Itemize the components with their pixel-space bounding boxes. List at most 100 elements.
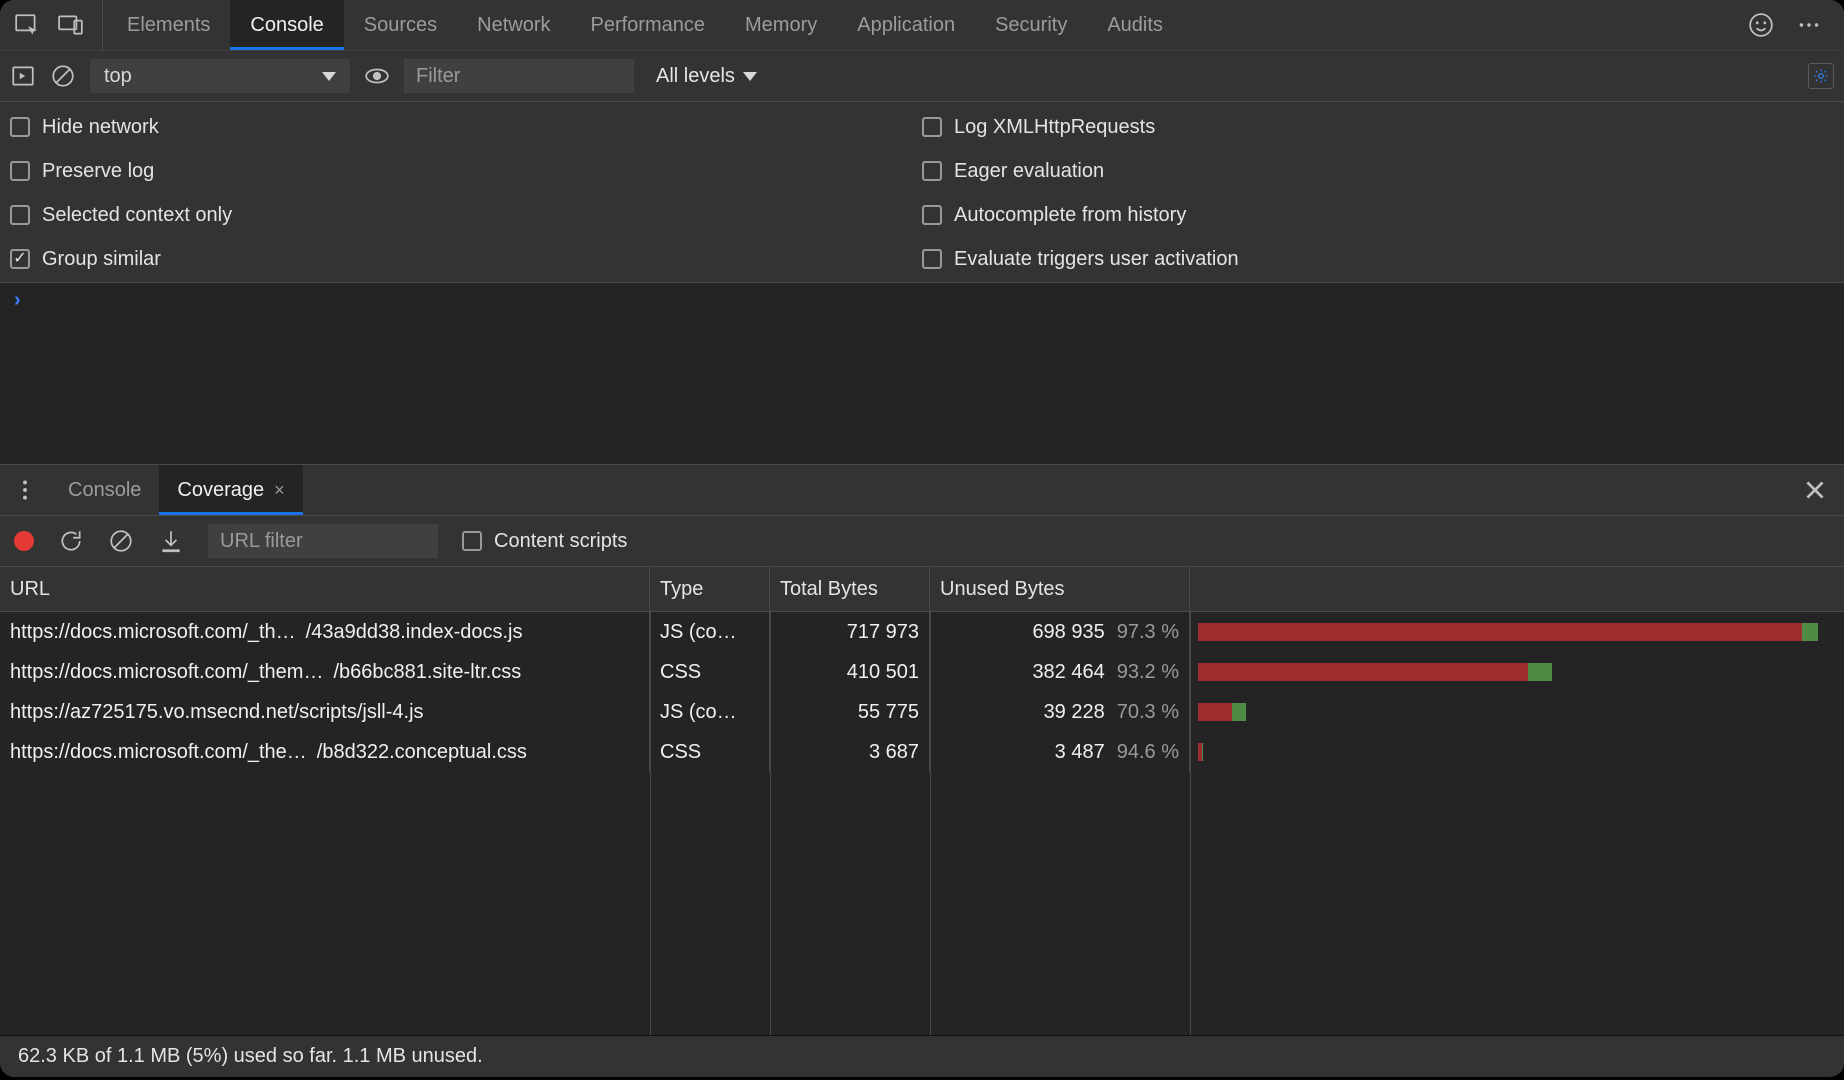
chevron-down-icon xyxy=(743,72,757,81)
drawer-tab-strip: Console Coverage × xyxy=(0,465,1844,516)
console-prompt-area[interactable]: › xyxy=(0,283,1844,465)
cell-type: CSS xyxy=(650,732,770,772)
drawer-tab-label: Coverage xyxy=(177,479,264,502)
live-expression-icon[interactable] xyxy=(364,63,390,89)
export-coverage-button[interactable] xyxy=(158,528,184,554)
smiley-icon[interactable] xyxy=(1748,12,1774,38)
table-row[interactable]: https://docs.microsoft.com/_the…/b8d322.… xyxy=(0,732,1844,772)
column-header[interactable]: Type xyxy=(650,567,770,611)
reload-button[interactable] xyxy=(58,528,84,554)
coverage-status-bar: 62.3 KB of 1.1 MB (5%) used so far. 1.1 … xyxy=(0,1035,1844,1077)
setting-preserve-log[interactable]: Preserve log xyxy=(10,156,922,186)
column-header[interactable]: Unused Bytes xyxy=(930,567,1190,611)
coverage-toolbar: Content scripts xyxy=(0,516,1844,567)
checkbox-icon xyxy=(10,205,30,225)
checkbox-icon xyxy=(10,117,30,137)
cell-usage-bar xyxy=(1190,612,1844,652)
cell-type: CSS xyxy=(650,652,770,692)
cell-unused: 3 48794.6 % xyxy=(930,732,1190,772)
status-text: 62.3 KB of 1.1 MB (5%) used so far. 1.1 … xyxy=(18,1045,483,1068)
clear-console-icon[interactable] xyxy=(50,63,76,89)
tab-elements[interactable]: Elements xyxy=(107,0,230,50)
content-scripts-checkbox[interactable]: Content scripts xyxy=(462,526,627,556)
table-header-row: URLTypeTotal BytesUnused Bytes xyxy=(0,567,1844,612)
console-settings-panel: Hide network Log XMLHttpRequests Preserve … xyxy=(0,102,1844,283)
log-levels-label: All levels xyxy=(656,65,735,88)
setting-selected-context-only[interactable]: Selected context only xyxy=(10,200,922,230)
context-selector-value: top xyxy=(104,65,132,88)
column-header[interactable]: URL xyxy=(0,567,650,611)
tab-security[interactable]: Security xyxy=(975,0,1087,50)
context-selector[interactable]: top xyxy=(90,59,350,93)
tab-memory[interactable]: Memory xyxy=(725,0,837,50)
drawer-tab-console[interactable]: Console xyxy=(50,465,159,515)
cell-url: https://docs.microsoft.com/_th…/43a9dd38… xyxy=(0,612,650,652)
log-levels-dropdown[interactable]: All levels xyxy=(656,65,757,88)
cell-usage-bar xyxy=(1190,692,1844,732)
cell-url: https://docs.microsoft.com/_them…/b66bc8… xyxy=(0,652,650,692)
setting-label: Autocomplete from history xyxy=(954,204,1186,227)
tab-application[interactable]: Application xyxy=(837,0,975,50)
record-button[interactable] xyxy=(14,531,34,551)
setting-label: Eager evaluation xyxy=(954,160,1104,183)
setting-group-similar[interactable]: Group similar xyxy=(10,244,922,274)
tab-network[interactable]: Network xyxy=(457,0,570,50)
tab-performance[interactable]: Performance xyxy=(571,0,726,50)
coverage-table: URLTypeTotal BytesUnused Bytes https://d… xyxy=(0,567,1844,1035)
cell-total: 3 687 xyxy=(770,732,930,772)
cell-type: JS (co… xyxy=(650,692,770,732)
drawer-tab-label: Console xyxy=(68,479,141,502)
cell-unused: 698 93597.3 % xyxy=(930,612,1190,652)
setting-label: Selected context only xyxy=(42,204,232,227)
cell-usage-bar xyxy=(1190,732,1844,772)
column-header[interactable]: Total Bytes xyxy=(770,567,930,611)
console-settings-button[interactable] xyxy=(1808,63,1834,89)
checkbox-icon xyxy=(922,205,942,225)
setting-log-xmlhttprequests[interactable]: Log XMLHttpRequests xyxy=(922,112,1834,142)
drawer-tab-coverage[interactable]: Coverage × xyxy=(159,465,302,515)
cell-total: 55 775 xyxy=(770,692,930,732)
more-menu-icon[interactable] xyxy=(1796,12,1822,38)
table-row[interactable]: https://docs.microsoft.com/_th…/43a9dd38… xyxy=(0,612,1844,652)
cell-unused: 39 22870.3 % xyxy=(930,692,1190,732)
setting-autocomplete-from-history[interactable]: Autocomplete from history xyxy=(922,200,1834,230)
setting-label: Log XMLHttpRequests xyxy=(954,116,1155,139)
setting-label: Group similar xyxy=(42,248,161,271)
cell-usage-bar xyxy=(1190,652,1844,692)
chevron-down-icon xyxy=(322,72,336,81)
console-filter-input[interactable] xyxy=(404,59,634,93)
table-body: https://docs.microsoft.com/_th…/43a9dd38… xyxy=(0,612,1844,1035)
column-header[interactable] xyxy=(1190,567,1844,611)
toggle-console-sidebar-icon[interactable] xyxy=(10,63,36,89)
checkbox-icon xyxy=(10,161,30,181)
table-row[interactable]: https://docs.microsoft.com/_them…/b66bc8… xyxy=(0,652,1844,692)
drawer-more-icon[interactable] xyxy=(12,477,38,503)
setting-hide-network[interactable]: Hide network xyxy=(10,112,922,142)
close-icon[interactable]: × xyxy=(274,480,285,501)
checkbox-icon xyxy=(10,249,30,269)
cell-total: 410 501 xyxy=(770,652,930,692)
console-toolbar: top All levels xyxy=(0,51,1844,102)
checkbox-icon xyxy=(922,249,942,269)
setting-evaluate-triggers-user-activation[interactable]: Evaluate triggers user activation xyxy=(922,244,1834,274)
tab-console[interactable]: Console xyxy=(230,0,343,50)
cell-url: https://docs.microsoft.com/_the…/b8d322.… xyxy=(0,732,650,772)
tab-sources[interactable]: Sources xyxy=(344,0,457,50)
setting-label: Hide network xyxy=(42,116,159,139)
url-filter-input[interactable] xyxy=(208,524,438,558)
device-toolbar-icon[interactable] xyxy=(58,12,84,38)
close-drawer-button[interactable] xyxy=(1802,477,1828,503)
table-row[interactable]: https://az725175.vo.msecnd.net/scripts/j… xyxy=(0,692,1844,732)
top-tab-strip: ElementsConsoleSourcesNetworkPerformance… xyxy=(0,0,1844,51)
prompt-caret-icon: › xyxy=(14,289,21,311)
setting-label: Evaluate triggers user activation xyxy=(954,248,1239,271)
checkbox-icon xyxy=(462,531,482,551)
inspect-element-icon[interactable] xyxy=(14,12,40,38)
checkbox-icon xyxy=(922,117,942,137)
clear-coverage-button[interactable] xyxy=(108,528,134,554)
setting-eager-evaluation[interactable]: Eager evaluation xyxy=(922,156,1834,186)
setting-label: Preserve log xyxy=(42,160,154,183)
cell-unused: 382 46493.2 % xyxy=(930,652,1190,692)
tab-audits[interactable]: Audits xyxy=(1087,0,1183,50)
content-scripts-label: Content scripts xyxy=(494,530,627,553)
